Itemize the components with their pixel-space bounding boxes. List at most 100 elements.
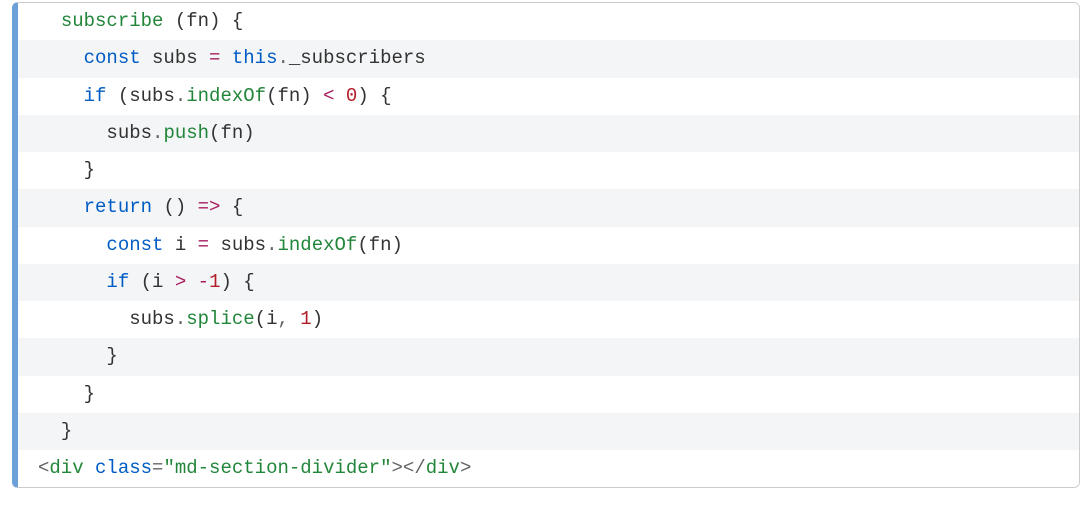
code-line: } xyxy=(18,152,1079,189)
code-token: . xyxy=(175,308,186,330)
code-token: { xyxy=(243,271,254,293)
code-token xyxy=(220,196,231,218)
code-token xyxy=(220,10,231,32)
code-token: < xyxy=(38,457,49,479)
code-token xyxy=(38,383,84,405)
code-token: } xyxy=(61,420,72,442)
code-token: < xyxy=(323,85,334,107)
code-token: if xyxy=(106,271,129,293)
code-token: ) xyxy=(312,308,323,330)
code-line: } xyxy=(18,376,1079,413)
code-token: = xyxy=(152,457,163,479)
code-token xyxy=(232,271,243,293)
code-token: if xyxy=(84,85,107,107)
code-line: } xyxy=(18,413,1079,450)
code-token: . xyxy=(175,85,186,107)
code-line: subs.splice(i, 1) xyxy=(18,301,1079,338)
code-token: subs xyxy=(129,85,175,107)
code-token: } xyxy=(106,345,117,367)
code-token: ) xyxy=(243,122,254,144)
code-token: > xyxy=(392,457,403,479)
code-token xyxy=(38,10,61,32)
code-token: ( xyxy=(266,85,277,107)
code-token: i xyxy=(266,308,277,330)
code-token xyxy=(38,47,84,69)
code-token: subscribe xyxy=(61,10,164,32)
code-token xyxy=(38,271,106,293)
code-token: class xyxy=(95,457,152,479)
code-token xyxy=(369,85,380,107)
code-token: ( xyxy=(118,85,129,107)
code-token: ) xyxy=(357,85,368,107)
code-block: subscribe (fn) { const subs = this._subs… xyxy=(12,2,1080,488)
code-token xyxy=(38,85,84,107)
code-token: ) xyxy=(209,10,220,32)
code-token xyxy=(289,308,300,330)
code-token: subs xyxy=(209,234,266,256)
code-token: indexOf xyxy=(186,85,266,107)
code-token: splice xyxy=(186,308,254,330)
code-token xyxy=(312,85,323,107)
code-token: . xyxy=(152,122,163,144)
code-token: i xyxy=(152,271,175,293)
code-token xyxy=(38,345,106,367)
code-token xyxy=(335,85,346,107)
code-token: 1 xyxy=(300,308,311,330)
code-token: / xyxy=(414,457,425,479)
code-token: ) xyxy=(300,85,311,107)
code-token: < xyxy=(403,457,414,479)
code-token: this xyxy=(232,47,278,69)
code-token: - xyxy=(198,271,209,293)
code-token: push xyxy=(163,122,209,144)
code-token: subs xyxy=(141,47,209,69)
code-token: > xyxy=(175,271,186,293)
code-line: } xyxy=(18,338,1079,375)
code-token: . xyxy=(277,47,288,69)
code-token: const xyxy=(106,234,163,256)
code-token: div xyxy=(426,457,460,479)
code-token: fn xyxy=(220,122,243,144)
code-token xyxy=(84,457,95,479)
code-token: indexOf xyxy=(277,234,357,256)
code-line: return () => { xyxy=(18,189,1079,226)
code-line: <div class="md-section-divider"></div> xyxy=(18,450,1079,487)
code-token xyxy=(38,420,61,442)
code-token: div xyxy=(49,457,83,479)
code-token: { xyxy=(232,196,243,218)
code-token: "md-section-divider" xyxy=(163,457,391,479)
code-token: fn xyxy=(369,234,392,256)
code-token: ) xyxy=(392,234,403,256)
code-token: = xyxy=(209,47,220,69)
code-line: subscribe (fn) { xyxy=(18,3,1079,40)
code-token: ( xyxy=(209,122,220,144)
code-token: subs xyxy=(38,122,152,144)
code-token: _subscribers xyxy=(289,47,426,69)
code-token: } xyxy=(84,383,95,405)
code-token: ( xyxy=(163,196,174,218)
code-token xyxy=(106,85,117,107)
code-token: => xyxy=(198,196,221,218)
code-token: fn xyxy=(186,10,209,32)
code-token: ( xyxy=(357,234,368,256)
code-token: fn xyxy=(277,85,300,107)
code-token: . xyxy=(266,234,277,256)
code-line: if (i > -1) { xyxy=(18,264,1079,301)
code-line: const i = subs.indexOf(fn) xyxy=(18,227,1079,264)
code-token: ) xyxy=(175,196,186,218)
code-line: if (subs.indexOf(fn) < 0) { xyxy=(18,78,1079,115)
code-token: 0 xyxy=(346,85,357,107)
code-token: , xyxy=(277,308,288,330)
code-token: i xyxy=(163,234,197,256)
code-line: subs.push(fn) xyxy=(18,115,1079,152)
code-token: ( xyxy=(255,308,266,330)
code-token xyxy=(186,196,197,218)
code-token: { xyxy=(232,10,243,32)
code-token: ( xyxy=(141,271,152,293)
code-token: subs xyxy=(38,308,175,330)
code-token xyxy=(129,271,140,293)
code-token: { xyxy=(380,85,391,107)
code-token xyxy=(38,159,84,181)
code-token: } xyxy=(84,159,95,181)
code-token xyxy=(38,234,106,256)
code-line: const subs = this._subscribers xyxy=(18,40,1079,77)
